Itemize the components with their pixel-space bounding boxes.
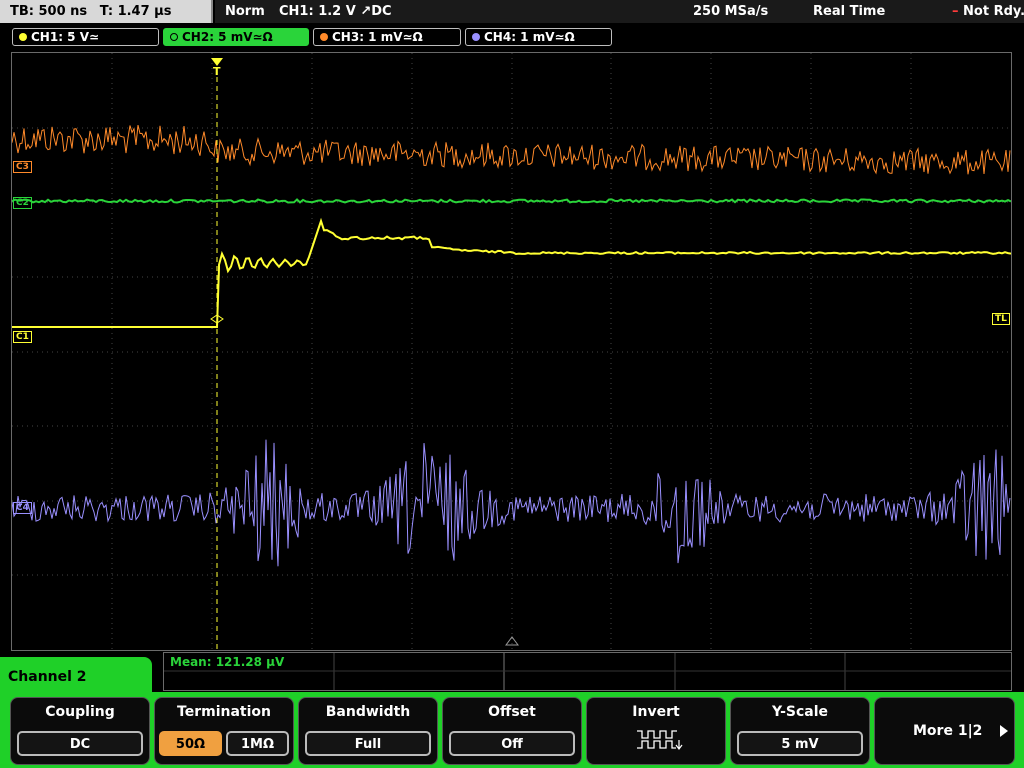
invert-label: Invert (632, 704, 680, 720)
bandwidth-softkey[interactable]: Bandwidth Full (298, 697, 438, 765)
measurement-area (163, 652, 1012, 691)
bandwidth-value[interactable]: Full (305, 731, 431, 756)
sample-rate: 250 MSa/s (693, 4, 769, 19)
ch3-trace (12, 124, 1011, 175)
measurement-grid (164, 653, 1011, 690)
ch4-dot-icon (472, 33, 480, 41)
ch3-dot-icon (320, 33, 328, 41)
ch2-trace (12, 198, 1011, 204)
trigger-marker-label: T (213, 65, 221, 78)
trigger-mode[interactable]: Norm (225, 4, 265, 19)
trigger-level-marker[interactable]: TL (992, 313, 1010, 325)
termination-label: Termination (177, 704, 271, 720)
bandwidth-label: Bandwidth (325, 704, 411, 720)
tab-ch4-label: CH4: 1 mV≃Ω (484, 30, 575, 44)
ch4-offset-marker[interactable]: C4 (13, 502, 32, 514)
coupling-label: Coupling (45, 704, 115, 720)
offset-label: Offset (488, 704, 536, 720)
offset-softkey[interactable]: Offset Off (442, 697, 582, 765)
ch1-offset-marker[interactable]: C1 (13, 331, 32, 343)
ch4-trace (12, 439, 1011, 567)
termination-softkey[interactable]: Termination 50Ω 1MΩ (154, 697, 294, 765)
tab-ch1-label: CH1: 5 V≃ (31, 30, 100, 44)
waveform-canvas: T (12, 53, 1011, 650)
yscale-value[interactable]: 5 mV (737, 731, 863, 756)
menu-title: Channel 2 (0, 657, 152, 697)
more-softkey[interactable]: More 1|2 (874, 697, 1015, 765)
ch1-dot-icon (19, 33, 27, 41)
tab-ch3[interactable]: CH3: 1 mV≃Ω (313, 28, 461, 46)
ch2-dot-icon (170, 33, 178, 41)
traces (12, 124, 1011, 567)
timebase-value: TB: 500 ns (10, 4, 88, 19)
tab-ch2[interactable]: CH2: 5 mV≃Ω (163, 28, 309, 46)
tab-ch1[interactable]: CH1: 5 V≃ (12, 28, 159, 46)
invert-softkey[interactable]: Invert (586, 697, 726, 765)
coupling-value[interactable]: DC (17, 731, 143, 756)
status-bar: Norm CH1: 1.2 V ↗DC 250 MSa/s Real Time … (215, 0, 1024, 23)
more-label: More 1|2 (913, 723, 983, 739)
acquisition-mode: Real Time (813, 4, 886, 19)
termination-50ohm-option[interactable]: 50Ω (159, 731, 222, 756)
tab-ch4[interactable]: CH4: 1 mV≃Ω (465, 28, 612, 46)
coupling-softkey[interactable]: Coupling DC (10, 697, 150, 765)
trigger-setting[interactable]: CH1: 1.2 V ↗DC (279, 4, 392, 19)
more-arrow-icon (1000, 725, 1008, 737)
tab-ch3-label: CH3: 1 mV≃Ω (332, 30, 423, 44)
trigger-time-value: T: 1.47 µs (99, 4, 172, 19)
ch2-offset-marker[interactable]: C2 (13, 197, 32, 209)
timebase-readout[interactable]: TB: 500 ns T: 1.47 µs (0, 0, 213, 23)
tab-ch2-label: CH2: 5 mV≃Ω (182, 30, 273, 44)
waveform-display[interactable]: T C3 C2 C1 C4 TL (11, 52, 1012, 651)
measurement-mean: Mean: 121.28 µV (170, 655, 285, 669)
ch3-offset-marker[interactable]: C3 (13, 161, 32, 173)
yscale-label: Y-Scale (771, 704, 828, 720)
acquisition-state: – Not Rdy. (952, 4, 1024, 19)
offset-value[interactable]: Off (449, 731, 575, 756)
yscale-softkey[interactable]: Y-Scale 5 mV (730, 697, 870, 765)
termination-1mohm-option[interactable]: 1MΩ (226, 731, 289, 756)
invert-waveform-icon (637, 730, 683, 750)
